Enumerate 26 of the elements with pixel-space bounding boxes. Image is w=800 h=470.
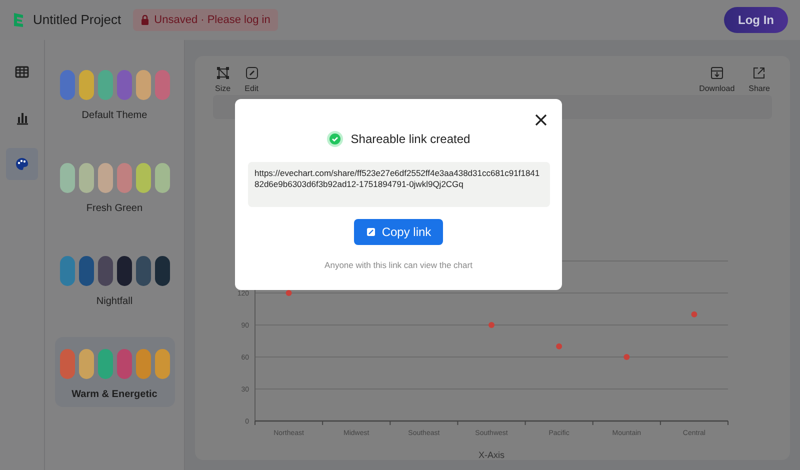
theme-card[interactable]: Nightfall	[54, 244, 174, 314]
close-icon[interactable]	[534, 113, 548, 127]
share-button[interactable]: Share	[748, 66, 770, 95]
share-icon	[752, 66, 766, 80]
status-badge: Unsaved · Please log in	[133, 9, 278, 31]
dialog-note: Anyone with this link can view the chart	[324, 259, 472, 272]
theme-card[interactable]: Fresh Green	[54, 151, 174, 221]
edit-button[interactable]: Edit	[244, 66, 259, 95]
x-axis-title: X-Axis	[478, 450, 504, 460]
login-button[interactable]: Log In	[724, 7, 788, 33]
size-button[interactable]: Size	[215, 66, 231, 95]
theme-card[interactable]: Default Theme	[54, 58, 174, 128]
lock-icon	[141, 15, 150, 25]
dialog-title: Shareable link created	[350, 131, 470, 148]
download-icon	[710, 66, 724, 80]
theme-card[interactable]: Warm & Energetic	[54, 337, 174, 407]
resize-icon	[216, 66, 230, 80]
palette-icon[interactable]	[6, 148, 38, 180]
pencil-icon	[244, 66, 259, 80]
copy-link-button[interactable]: Copy link	[354, 219, 444, 245]
logo-icon	[12, 12, 24, 28]
copy-icon	[366, 227, 376, 237]
check-icon	[326, 131, 343, 147]
link-field[interactable]: https://evechart.com/share/ff523e27e6df2552ff4e3aa438d31cc681c91f1841 82d6e9b6303d6f3b92ad12-1751894791-0jwkl9Qj2CGq	[248, 162, 550, 207]
project-title: Untitled Project	[33, 11, 122, 30]
download-button[interactable]: Download	[699, 66, 735, 95]
